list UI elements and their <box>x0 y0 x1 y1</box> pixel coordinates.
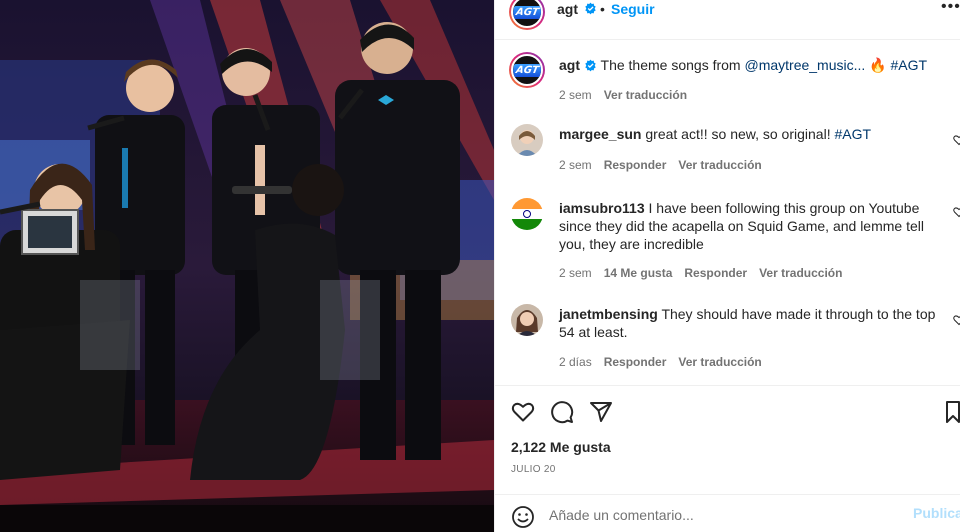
comment-input[interactable] <box>549 503 889 527</box>
comment-like-count[interactable]: 14 Me gusta <box>604 266 673 280</box>
comment-text: iamsubro113 I have been following this g… <box>559 199 945 253</box>
comment-icon[interactable] <box>550 400 574 424</box>
post-details-panel: AGT agt • Seguir ••• AGT agt The theme s… <box>494 0 960 532</box>
caption-username[interactable]: agt <box>559 57 580 73</box>
comment-username[interactable]: margee_sun <box>559 126 641 142</box>
emoji-icon[interactable] <box>511 505 535 529</box>
header-avatar[interactable]: AGT <box>509 0 545 30</box>
reply-button[interactable]: Responder <box>604 158 667 172</box>
caption-mention[interactable]: @maytree_music... <box>744 57 865 73</box>
comment-like-heart-icon[interactable] <box>953 314 960 326</box>
post-date[interactable]: JULIO 20 <box>511 464 556 475</box>
comment-text: margee_sun great act!! so new, so origin… <box>559 125 945 143</box>
post-actions: 2,122 Me gusta JULIO 20 Publica <box>495 385 960 532</box>
post-header: AGT agt • Seguir ••• <box>495 0 960 40</box>
more-options-icon[interactable]: ••• <box>941 0 960 16</box>
post-media[interactable] <box>0 0 494 532</box>
comments-list[interactable]: AGT agt The theme songs from @maytree_mu… <box>495 40 960 385</box>
comment-time[interactable]: 2 sem <box>559 158 592 172</box>
comment-time[interactable]: 2 sem <box>559 266 592 280</box>
comment-like-heart-icon[interactable] <box>953 134 960 146</box>
comment-like-heart-icon[interactable] <box>953 206 960 218</box>
verified-badge-icon <box>585 59 596 72</box>
caption-body: The theme songs from <box>600 57 741 73</box>
follow-button[interactable]: Seguir <box>611 1 655 17</box>
comment-avatar[interactable] <box>511 124 543 156</box>
comment-meta: 2 sem 14 Me gusta Responder Ver traducci… <box>559 266 842 280</box>
likes-count[interactable]: 2,122 Me gusta <box>511 439 611 455</box>
post-photo <box>0 0 494 532</box>
comment-body: great act!! so new, so original! <box>645 126 831 142</box>
agt-logo: AGT <box>513 63 541 77</box>
comment-meta: 2 sem Responder Ver traducción <box>559 158 762 172</box>
verified-badge-icon <box>585 2 596 15</box>
fire-emoji: 🔥 <box>869 57 887 73</box>
publish-button[interactable]: Publica <box>913 505 960 521</box>
comment-avatar[interactable] <box>511 304 543 336</box>
comment-username[interactable]: iamsubro113 <box>559 200 645 216</box>
caption-meta: 2 sem Ver traducción <box>559 88 687 102</box>
caption-translate[interactable]: Ver traducción <box>604 88 687 102</box>
translate-button[interactable]: Ver traducción <box>759 266 842 280</box>
comment-avatar[interactable] <box>511 198 543 230</box>
header-separator: • <box>600 1 605 17</box>
reply-button[interactable]: Responder <box>684 266 747 280</box>
caption-time[interactable]: 2 sem <box>559 88 592 102</box>
comment-text: janetmbensing They should have made it t… <box>559 305 945 341</box>
caption-avatar[interactable]: AGT <box>509 52 545 88</box>
save-bookmark-icon[interactable] <box>945 400 960 424</box>
add-comment-bar: Publica <box>495 494 960 532</box>
caption-text: agt The theme songs from @maytree_music.… <box>559 56 945 74</box>
share-icon[interactable] <box>589 400 613 424</box>
comment-username[interactable]: janetmbensing <box>559 306 658 322</box>
comment-time[interactable]: 2 días <box>559 355 592 369</box>
comment-hashtag[interactable]: #AGT <box>834 126 871 142</box>
header-username[interactable]: agt <box>557 1 578 17</box>
translate-button[interactable]: Ver traducción <box>678 355 761 369</box>
comment-meta: 2 días Responder Ver traducción <box>559 355 762 369</box>
like-heart-icon[interactable] <box>511 400 535 424</box>
reply-button[interactable]: Responder <box>604 355 667 369</box>
caption-hashtag[interactable]: #AGT <box>891 57 928 73</box>
translate-button[interactable]: Ver traducción <box>678 158 761 172</box>
agt-logo: AGT <box>513 5 541 19</box>
